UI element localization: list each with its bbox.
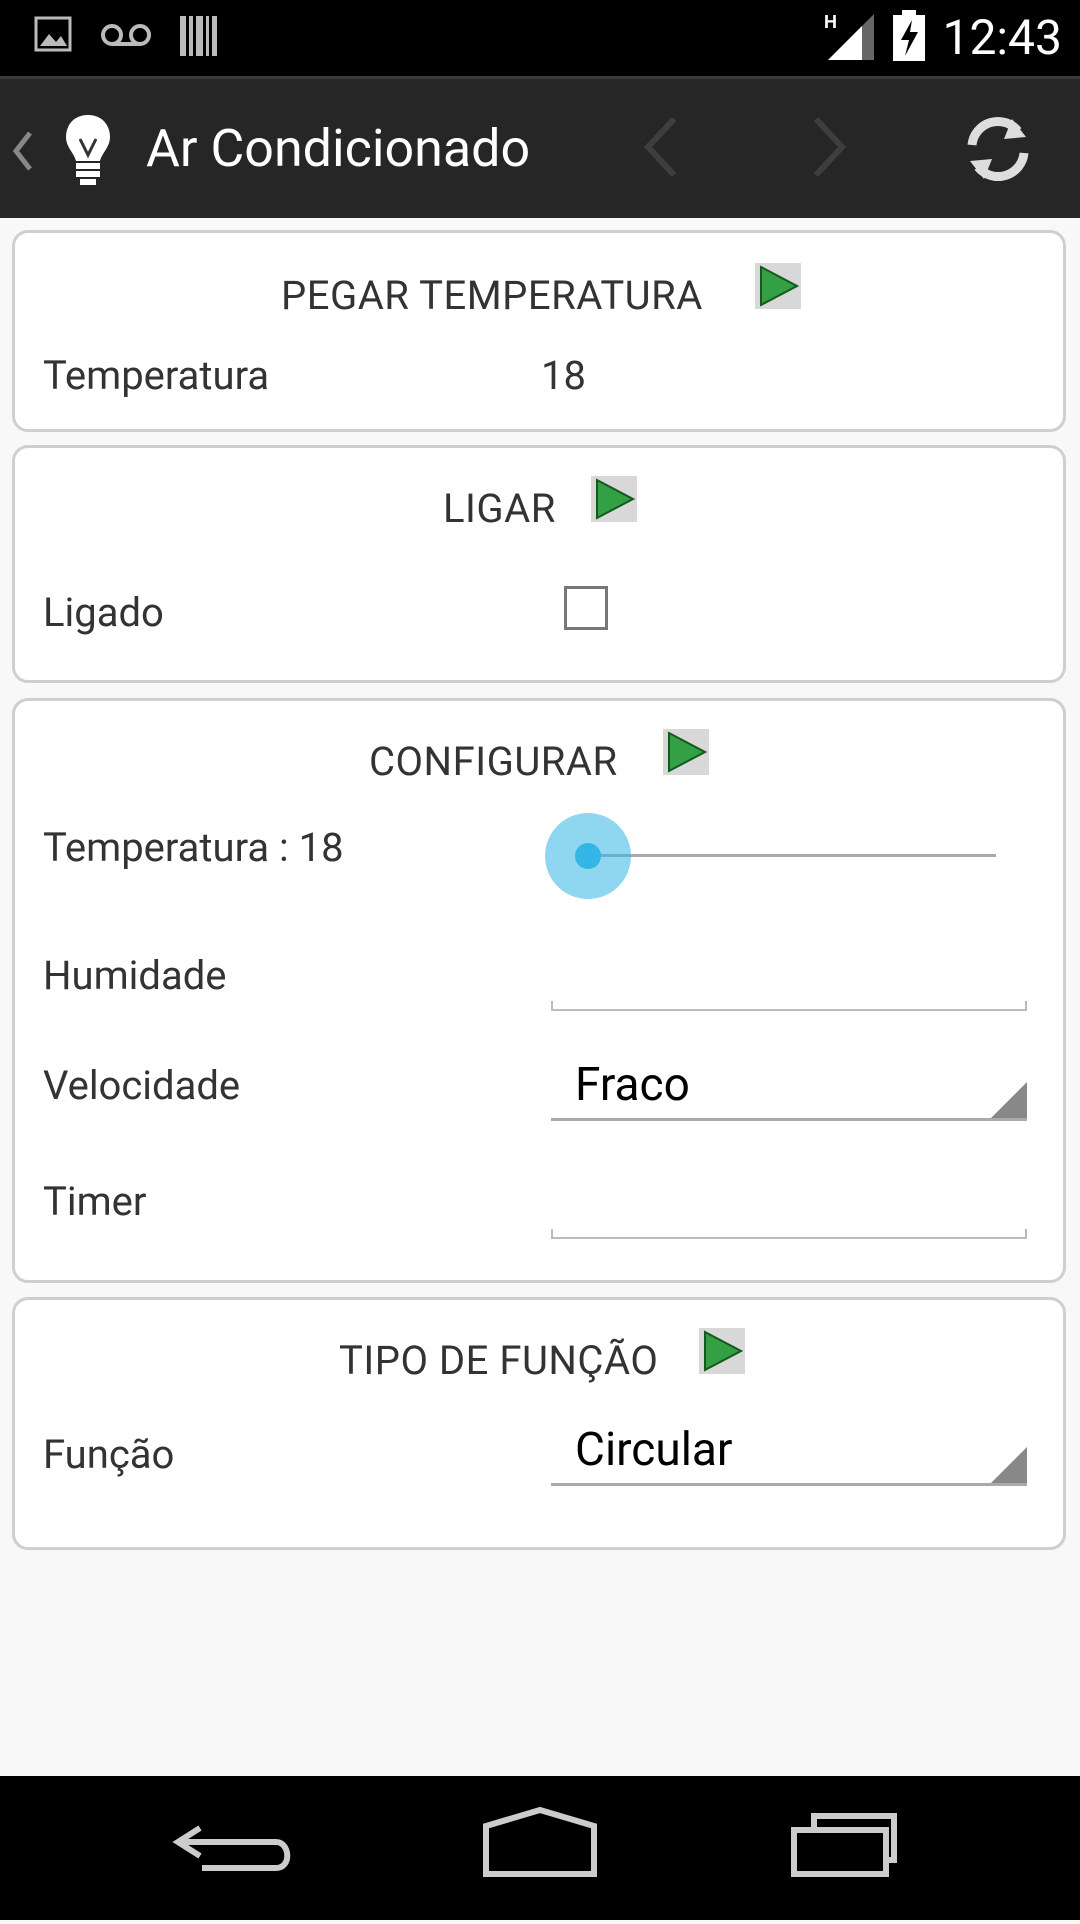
- voicemail-icon: [100, 20, 152, 54]
- card-configurar: CONFIGURAR Temperatura : 18 Humidade Vel…: [12, 698, 1066, 1283]
- funcao-selected: Circular: [575, 1423, 733, 1477]
- play-icon: [760, 265, 799, 307]
- dropdown-arrow-icon: [991, 1447, 1027, 1483]
- content-area: PEGAR TEMPERATURA Temperatura 18 LIGAR L…: [0, 218, 1080, 1776]
- funcao-label: Função: [43, 1431, 175, 1478]
- app-title: Ar Condicionado: [146, 118, 531, 179]
- ligado-label: Ligado: [43, 589, 164, 636]
- card-pegar-temperatura: PEGAR TEMPERATURA Temperatura 18: [12, 230, 1066, 432]
- home-icon[interactable]: [440, 1776, 640, 1920]
- section-title-ligar: LIGAR: [443, 485, 556, 532]
- temperatura-label: Temperatura: [43, 352, 270, 399]
- status-bar: H 12:43: [0, 0, 1080, 76]
- temperatura-value: 18: [541, 352, 586, 399]
- recent-apps-icon[interactable]: [750, 1776, 950, 1920]
- card-tipo-funcao: TIPO DE FUNÇÃO Função Circular: [12, 1297, 1066, 1550]
- timer-input[interactable]: [551, 1161, 1027, 1239]
- humidade-input-underline: [551, 1001, 1027, 1011]
- refresh-icon[interactable]: [960, 111, 1036, 191]
- velocidade-select[interactable]: Fraco: [551, 1059, 1027, 1121]
- play-icon: [704, 1330, 743, 1372]
- card-ligar: LIGAR Ligado: [12, 445, 1066, 683]
- lightbulb-icon[interactable]: [62, 113, 114, 193]
- velocidade-selected: Fraco: [575, 1058, 690, 1112]
- humidade-label: Humidade: [43, 952, 227, 999]
- section-title-pegar: PEGAR TEMPERATURA: [281, 272, 703, 319]
- play-configurar-button[interactable]: [663, 729, 709, 775]
- play-icon: [596, 478, 635, 520]
- slider-track: [588, 854, 996, 857]
- chevron-right-icon[interactable]: [810, 115, 850, 183]
- play-tipo-button[interactable]: [699, 1328, 745, 1374]
- barcode-icon: [178, 14, 218, 62]
- timer-input-underline: [551, 1229, 1027, 1239]
- chevron-left-icon[interactable]: [640, 115, 680, 183]
- play-ligar-button[interactable]: [591, 476, 637, 522]
- network-type: H: [824, 12, 837, 32]
- battery-charging-icon: [892, 10, 926, 66]
- navigation-bar: [0, 1776, 1080, 1920]
- signal-icon: H: [824, 10, 876, 66]
- action-bar: Ar Condicionado: [0, 76, 1080, 218]
- back-caret-icon[interactable]: [10, 129, 34, 177]
- velocidade-label: Velocidade: [43, 1062, 241, 1109]
- ligado-checkbox[interactable]: [564, 586, 608, 630]
- play-pegar-button[interactable]: [755, 263, 801, 309]
- timer-label: Timer: [43, 1178, 147, 1225]
- section-title-configurar: CONFIGURAR: [369, 738, 618, 785]
- back-icon[interactable]: [140, 1776, 340, 1920]
- temperature-slider[interactable]: [545, 811, 1015, 901]
- humidade-input[interactable]: [551, 933, 1027, 1011]
- status-clock: 12:43: [942, 9, 1062, 66]
- funcao-select[interactable]: Circular: [551, 1424, 1027, 1486]
- section-title-tipo: TIPO DE FUNÇÃO: [339, 1337, 659, 1384]
- dropdown-arrow-icon: [991, 1082, 1027, 1118]
- gallery-icon: [34, 14, 74, 58]
- slider-thumb[interactable]: [575, 843, 601, 869]
- temperatura-config-label: Temperatura : 18: [43, 824, 344, 871]
- play-icon: [668, 731, 707, 773]
